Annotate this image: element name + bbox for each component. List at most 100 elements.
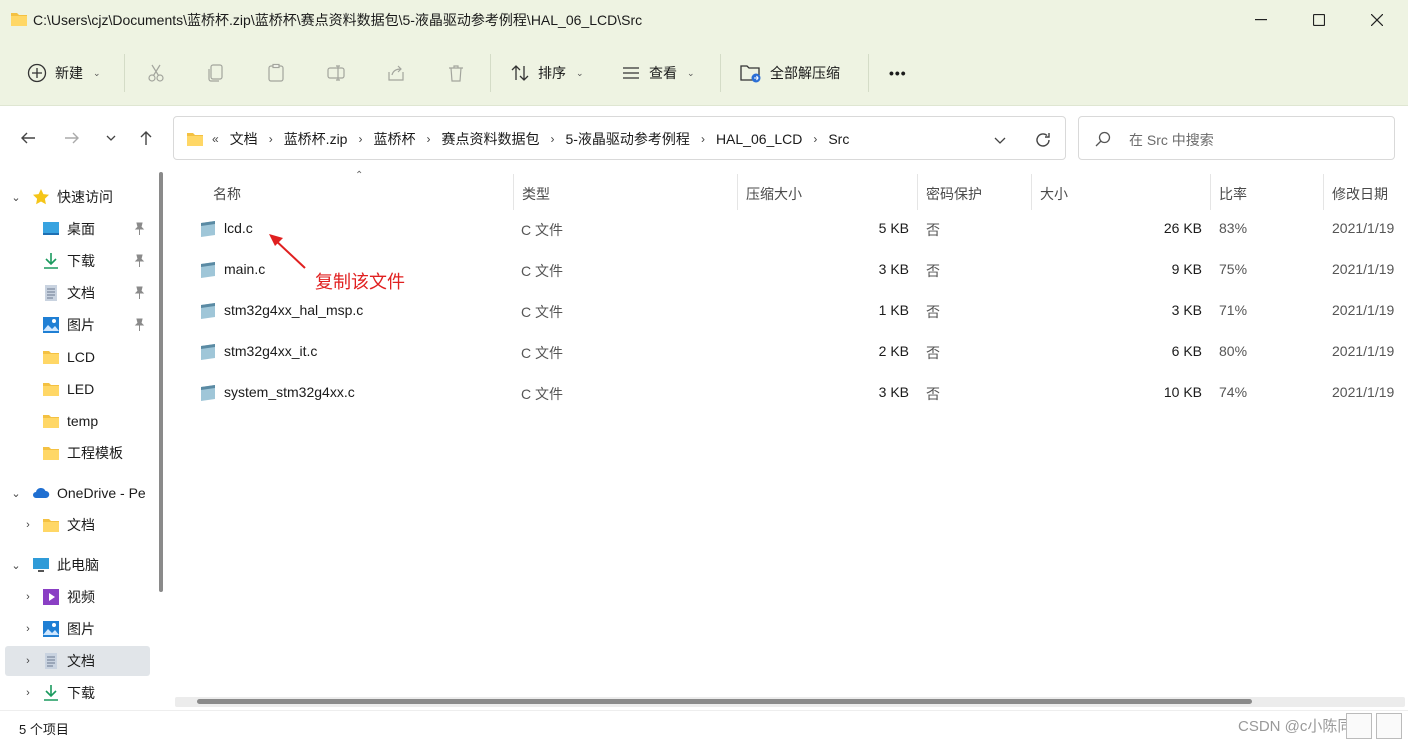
scrollbar-thumb[interactable] [197,699,1252,704]
breadcrumb-item[interactable]: 赛点资料数据包 [435,129,545,149]
sidebar-item-onedrive[interactable]: ⌄ OneDrive - Pe [0,478,150,508]
share-button[interactable] [386,58,406,88]
sidebar-item-pc-downloads[interactable]: › 下载 [0,678,150,708]
annotation-text: 复制该文件 [315,272,405,292]
sidebar-item-documents[interactable]: 文档 [0,278,150,308]
chevron-down-icon: ⌄ [11,191,21,204]
horizontal-scrollbar[interactable] [175,697,1405,707]
sidebar-item-quick-access[interactable]: ⌄ 快速访问 [0,182,150,212]
folder-icon [43,519,59,532]
column-header-ratio[interactable]: 比率 [1219,176,1247,212]
breadcrumb-overflow[interactable]: « [204,132,224,146]
recent-locations-button[interactable] [99,126,123,150]
breadcrumb-item[interactable]: 蓝桥杯.zip [278,129,354,149]
column-header-name[interactable]: 名称 [213,176,241,212]
extract-all-button[interactable]: 全部解压缩 [740,58,840,88]
column-divider[interactable] [1031,174,1032,210]
sidebar-item-this-pc[interactable]: ⌄ 此电脑 [0,550,150,580]
rename-button[interactable] [326,58,346,88]
sidebar-item-label: LCD [67,349,96,365]
file-name: stm32g4xx_hal_msp.c [224,302,364,318]
forward-button[interactable] [60,126,84,150]
column-header-password[interactable]: 密码保护 [926,176,982,212]
sidebar-item-led[interactable]: LED [0,374,150,404]
more-icon: ••• [889,65,907,81]
chevron-down-icon: ⌄ [11,559,21,572]
back-button[interactable] [16,126,40,150]
chevron-right-icon: › [426,132,431,146]
column-divider[interactable] [917,174,918,210]
search-input[interactable]: 在 Src 中搜索 [1078,116,1395,160]
file-type: C 文件 [521,304,563,320]
paste-button[interactable] [266,58,286,88]
scrollbar-thumb[interactable] [159,172,163,592]
status-bar: 5 个项目 CSDN @c小陈同学 [0,710,1408,742]
chevron-down-icon: ⌄ [576,67,584,78]
sidebar-item-onedrive-documents[interactable]: › 文档 [0,510,150,540]
file-name: main.c [224,261,266,277]
sidebar-item-label: 文档 [67,285,95,301]
sort-icon [511,65,529,81]
divider [490,54,491,92]
column-divider[interactable] [1210,174,1211,210]
file-password: 否 [926,222,940,238]
address-history-button[interactable] [989,129,1011,151]
table-row[interactable]: stm32g4xx_hal_msp.c C 文件 1 KB 否 3 KB 71%… [165,292,1408,332]
sidebar-scrollbar[interactable] [158,170,165,710]
breadcrumb-item[interactable]: HAL_06_LCD [710,131,808,147]
sort-button[interactable]: 排序 ⌄ [510,58,584,88]
sidebar-item-label: 此电脑 [57,557,99,573]
table-row[interactable]: stm32g4xx_it.c C 文件 2 KB 否 6 KB 80% 2021… [165,333,1408,373]
view-button[interactable]: 查看 ⌄ [621,58,695,88]
sidebar-item-label: temp [67,413,99,429]
video-icon [43,589,59,605]
pin-icon [134,286,145,299]
refresh-button[interactable] [1032,129,1054,151]
sidebar-item-desktop[interactable]: 桌面 [0,214,150,244]
column-divider[interactable] [1323,174,1324,210]
delete-button[interactable] [446,58,466,88]
sidebar-item-lcd[interactable]: LCD [0,342,150,372]
sidebar-item-label: 下载 [67,253,95,269]
column-header-modified[interactable]: 修改日期 [1332,176,1388,212]
arrow-right-icon [65,132,79,144]
breadcrumb-item[interactable]: 蓝桥杯 [367,129,421,149]
sidebar-item-temp[interactable]: temp [0,406,150,436]
address-bar[interactable]: « 文档 › 蓝桥杯.zip › 蓝桥杯 › 赛点资料数据包 › 5-液晶驱动参… [173,116,1066,160]
cut-button[interactable] [146,58,166,88]
sidebar-item-videos[interactable]: › 视频 [0,582,150,612]
column-header-compressed-size[interactable]: 压缩大小 [746,176,802,212]
close-button[interactable] [1348,0,1406,40]
tiles-view-button[interactable] [1376,713,1402,739]
folder-icon [43,415,59,428]
more-options-button[interactable]: ••• [889,58,907,88]
table-row[interactable]: system_stm32g4xx.c C 文件 3 KB 否 10 KB 74%… [165,374,1408,414]
minimize-button[interactable] [1232,0,1290,40]
sidebar-item-project-template[interactable]: 工程模板 [0,438,150,468]
sidebar-item-pc-pictures[interactable]: › 图片 [0,614,150,644]
column-header-size[interactable]: 大小 [1040,176,1068,212]
column-divider[interactable] [513,174,514,210]
sidebar-item-label: 图片 [67,317,95,333]
column-divider[interactable] [737,174,738,210]
sidebar-item-downloads[interactable]: 下载 [0,246,150,276]
file-size: 6 KB [1171,343,1202,359]
new-button[interactable]: 新建 ⌄ [27,58,101,88]
sidebar-item-label: LED [67,381,95,397]
file-compressed-size: 3 KB [878,384,909,400]
breadcrumb-item[interactable]: 5-液晶驱动参考例程 [559,129,695,149]
breadcrumb-item[interactable]: Src [822,131,855,147]
file-ratio: 74% [1219,384,1248,400]
table-row[interactable]: lcd.c C 文件 5 KB 否 26 KB 83% 2021/1/19 [165,210,1408,250]
copy-button[interactable] [206,58,226,88]
up-button[interactable] [134,126,158,150]
chevron-right-icon: › [26,623,30,635]
clipboard-icon [268,63,284,82]
column-header-type[interactable]: 类型 [522,176,550,212]
sidebar-item-pictures[interactable]: 图片 [0,310,150,340]
file-compressed-size: 2 KB [878,343,909,359]
maximize-button[interactable] [1290,0,1348,40]
breadcrumb-item[interactable]: 文档 [224,129,264,149]
sidebar-item-pc-documents[interactable]: › 文档 [5,646,150,676]
details-view-button[interactable] [1346,713,1372,739]
